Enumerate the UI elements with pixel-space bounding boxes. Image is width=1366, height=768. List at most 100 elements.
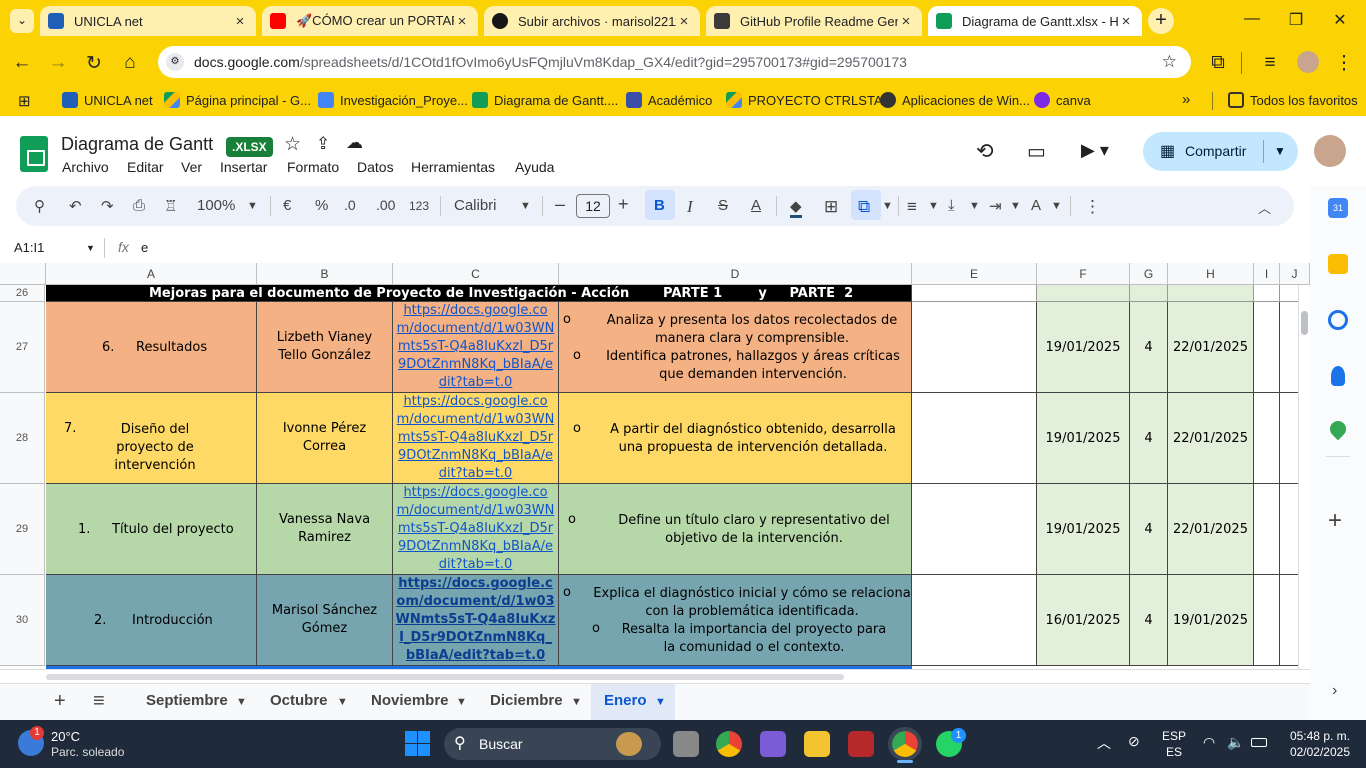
new-tab-button[interactable]: + [1148,8,1174,34]
add-addons-icon[interactable]: + [1328,507,1342,535]
increase-decimal-button[interactable]: .00 [376,197,395,213]
cell[interactable] [912,393,1037,484]
person-cell[interactable]: Ivonne Pérez Correa [257,393,393,484]
row-header[interactable]: 27 [0,302,45,393]
browser-tab-gantt[interactable]: Diagrama de Gantt.xlsx - Hoj × [928,6,1142,36]
browser-tab-readme-generator[interactable]: GitHub Profile Readme Gene × [706,6,922,36]
column-header[interactable]: C [393,263,559,285]
vertical-align-icon[interactable]: ⤓ [948,197,955,214]
share-button[interactable]: ▦ Compartir ▼ [1143,132,1298,171]
person-cell[interactable]: Lizbeth Vianey Tello González [257,302,393,393]
zoom-select[interactable]: 100% [197,197,235,214]
bookmark-unicla[interactable]: UNICLA net [62,92,153,108]
minimize-icon[interactable]: — [1242,10,1262,28]
document-link[interactable]: https://docs.google.com/document/d/1w03W… [393,302,558,392]
menu-formato[interactable]: Formato [287,159,339,175]
start-date-cell[interactable]: 19/01/2025 [1037,393,1130,484]
text-rotation-icon[interactable]: A [1031,197,1041,214]
forward-icon[interactable]: → [46,52,70,74]
all-favorites[interactable]: Todos los favoritos [1228,92,1358,108]
column-header[interactable]: H [1168,263,1254,285]
header-cell-title[interactable]: Mejoras para el documento de Proyecto de… [46,285,912,302]
paint-format-icon[interactable]: ♖ [164,197,177,215]
borders-icon[interactable]: ⊞ [824,197,838,217]
chevron-down-icon[interactable]: ▼ [520,200,531,212]
keep-icon[interactable] [1328,254,1348,274]
menu-insertar[interactable]: Insertar [220,159,267,175]
windows-start-icon[interactable] [405,731,430,756]
fill-color-icon[interactable]: ◆ [790,197,802,218]
search-menus-icon[interactable]: ⚲ [34,197,45,215]
decrease-decimal-button[interactable]: .0 [344,197,356,213]
menu-herramientas[interactable]: Herramientas [411,159,495,175]
chevron-down-icon[interactable]: ▼ [236,696,247,708]
tasks-icon[interactable] [1328,310,1348,330]
volume-icon[interactable]: 🔈 [1227,734,1244,751]
menu-archivo[interactable]: Archivo [62,159,109,175]
language-indicator[interactable]: ESP ES [1160,728,1188,762]
visual-studio-icon[interactable] [760,731,786,757]
profile-avatar[interactable] [1297,51,1319,73]
browser-tab-unicla[interactable]: UNICLA net × [40,6,256,36]
select-all-corner[interactable] [0,263,46,285]
taskbar-search-box[interactable]: ⚲ Buscar [444,728,661,760]
chevron-down-icon[interactable]: ▼ [247,200,258,212]
more-bookmarks-icon[interactable]: » [1182,91,1190,108]
sheet-tab-octubre[interactable]: Octubre [270,692,328,709]
start-date-cell[interactable]: 19/01/2025 [1037,302,1130,393]
font-size-input[interactable]: 12 [576,194,610,218]
text-wrapping-icon[interactable]: ⇥ [989,197,1002,215]
cell[interactable] [1168,285,1254,302]
bookmark-canva[interactable]: canva [1034,92,1091,108]
extensions-icon[interactable]: ⧉ [1206,52,1230,74]
chevron-down-icon[interactable]: ▼ [337,696,348,708]
text-color-icon[interactable]: A [751,197,761,214]
clock[interactable]: 05:48 p. m. 02/02/2025 [1278,728,1350,762]
chevron-down-icon[interactable]: ▼ [655,696,666,708]
sheet-tab-noviembre[interactable]: Noviembre [371,692,449,709]
comments-icon[interactable]: ▭ [1027,139,1046,164]
star-icon[interactable]: ☆ [284,133,301,156]
meet-video-icon[interactable]: ▶ ▾ [1081,140,1109,161]
column-header[interactable]: F [1037,263,1130,285]
sheets-logo-icon[interactable] [20,136,48,172]
name-box[interactable]: A1:I1 [14,240,44,255]
end-date-cell[interactable]: 22/01/2025 [1168,393,1254,484]
sheet-tab-septiembre[interactable]: Septiembre [146,692,228,709]
winrar-icon[interactable] [848,731,874,757]
strikethrough-icon[interactable]: S [718,197,728,214]
close-icon[interactable]: × [898,13,914,30]
scrollbar-thumb[interactable] [46,674,844,680]
duration-cell[interactable]: 4 [1130,302,1168,393]
percent-format-button[interactable]: % [315,197,328,214]
calendar-icon[interactable]: 31 [1328,198,1348,218]
print-icon[interactable]: ⎙ [133,197,145,214]
bold-icon[interactable]: B [654,197,665,214]
menu-ver[interactable]: Ver [181,159,202,175]
menu-datos[interactable]: Datos [357,159,394,175]
redo-icon[interactable]: ↷ [101,197,114,215]
bookmark-proyecto[interactable]: PROYECTO CTRLSTA... [726,92,893,108]
tab-search-icon[interactable]: ⌄ [10,9,34,33]
description-cell[interactable]: o Explica el diagnóstico inicial y cómo … [559,575,912,666]
increase-font-size-icon[interactable]: + [618,194,629,215]
section-cell[interactable]: 6. Resultados [46,302,257,393]
chevron-down-icon[interactable]: ▼ [86,243,95,253]
close-icon[interactable]: × [454,13,470,30]
bookmark-star-icon[interactable]: ☆ [1162,46,1177,78]
duration-cell[interactable]: 4 [1130,575,1168,666]
row-header[interactable]: 28 [0,393,45,484]
chevron-down-icon[interactable]: ▼ [1274,132,1286,171]
link-cell[interactable]: https://docs.google.com/document/d/1w03W… [393,484,559,575]
chrome-active-icon[interactable] [888,727,922,761]
menu-ayuda[interactable]: Ayuda [515,159,554,175]
browser-tab-github[interactable]: Subir archivos · marisol2211 × [484,6,700,36]
link-cell[interactable]: https://docs.google.com/document/d/1w03W… [393,393,559,484]
end-date-cell[interactable]: 22/01/2025 [1168,484,1254,575]
section-cell[interactable]: 7. Diseño del proyecto de intervención [46,393,257,484]
move-folder-icon[interactable]: ⇪ [316,134,330,154]
spreadsheet-grid[interactable]: A B C D E F G H I J 26 Mejoras para el d… [0,263,1310,669]
cell[interactable] [912,484,1037,575]
hide-menus-chevron-up-icon[interactable]: ︿ [1258,198,1271,217]
close-icon[interactable]: × [232,13,248,30]
